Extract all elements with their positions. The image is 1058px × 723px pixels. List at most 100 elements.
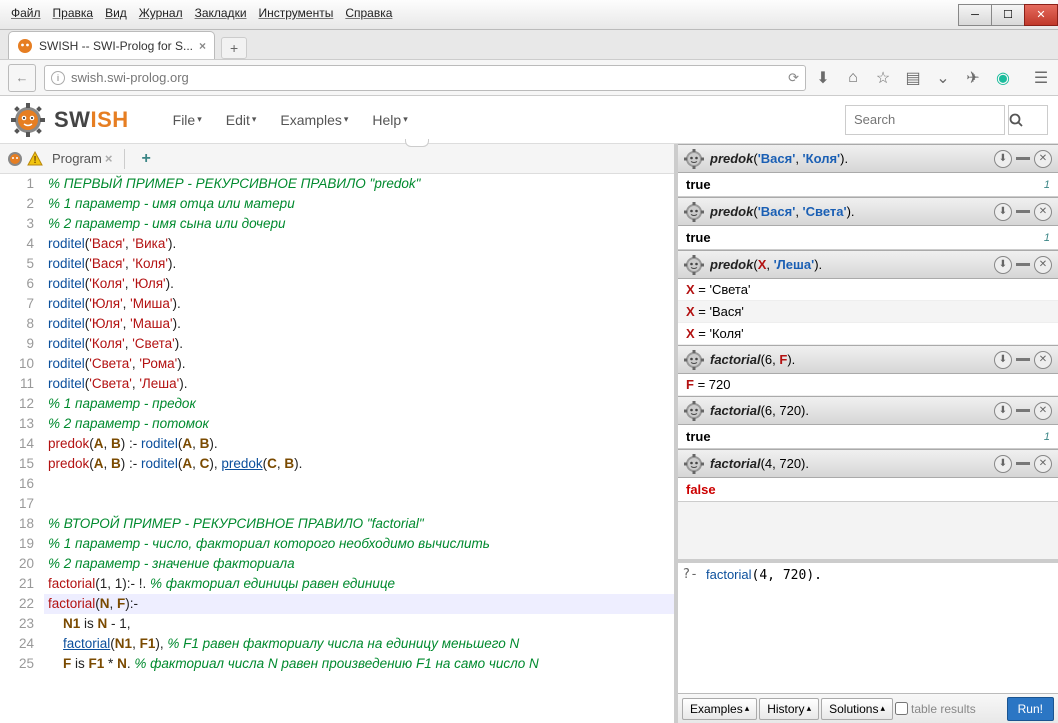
swish-menu-item[interactable]: Edit▾ (216, 106, 267, 134)
line-number: 10 (0, 354, 44, 374)
os-menu-item[interactable]: Инструменты (254, 4, 339, 22)
minimize-query-icon[interactable] (1016, 409, 1030, 412)
bottom-button[interactable]: Solutions▴ (821, 698, 893, 720)
nav-back-button[interactable]: ← (8, 64, 36, 92)
os-menu-item[interactable]: Закладки (190, 4, 252, 22)
code-line[interactable]: roditel('Вася', 'Вика'). (44, 234, 674, 254)
line-number: 25 (0, 654, 44, 674)
download-result-icon[interactable]: ⬇ (994, 455, 1012, 473)
code-line[interactable]: factorial(N1, F1), % F1 равен факториалу… (44, 634, 674, 654)
close-query-icon[interactable]: ✕ (1034, 455, 1052, 473)
code-line[interactable]: % 2 параметр - потомок (44, 414, 674, 434)
os-menu-item[interactable]: Вид (100, 4, 132, 22)
window-minimize-button[interactable]: ─ (958, 4, 992, 26)
minimize-query-icon[interactable] (1016, 358, 1030, 361)
home-icon[interactable]: ⌂ (844, 69, 862, 87)
code-line[interactable]: roditel('Коля', 'Света'). (44, 334, 674, 354)
swish-menu-item[interactable]: Help▾ (362, 106, 417, 134)
code-line[interactable]: % ПЕРВЫЙ ПРИМЕР - РЕКУРСИВНОЕ ПРАВИЛО "p… (44, 174, 674, 194)
code-line[interactable]: % 1 параметр - имя отца или матери (44, 194, 674, 214)
add-editor-tab-button[interactable]: + (141, 150, 150, 168)
query-header[interactable]: factorial(6, 720).⬇✕ (678, 396, 1058, 425)
code-line[interactable] (44, 474, 674, 494)
code-line[interactable]: F is F1 * N. % факториал числа N равен п… (44, 654, 674, 674)
code-line[interactable]: roditel('Света', 'Рома'). (44, 354, 674, 374)
send-icon[interactable]: ✈ (964, 68, 982, 88)
editor-tab-close-icon[interactable]: × (105, 151, 113, 166)
addon-icon[interactable]: ◉ (994, 68, 1012, 88)
gear-icon[interactable] (6, 150, 24, 168)
code-line[interactable]: predok(A, B) :- roditel(A, C), predok(C,… (44, 454, 674, 474)
close-query-icon[interactable]: ✕ (1034, 351, 1052, 369)
close-query-icon[interactable]: ✕ (1034, 402, 1052, 420)
query-header[interactable]: predok(X, 'Леша').⬇✕ (678, 250, 1058, 279)
download-result-icon[interactable]: ⬇ (994, 402, 1012, 420)
minimize-query-icon[interactable] (1016, 157, 1030, 160)
new-tab-button[interactable]: + (221, 37, 247, 59)
chevron-up-icon: ▴ (745, 703, 750, 714)
code-line[interactable]: % 2 параметр - значение факториала (44, 554, 674, 574)
query-header[interactable]: predok('Вася', 'Коля').⬇✕ (678, 144, 1058, 173)
line-number: 8 (0, 314, 44, 334)
code-line[interactable]: % 1 параметр - предок (44, 394, 674, 414)
code-line[interactable]: % 2 параметр - имя сына или дочери (44, 214, 674, 234)
code-editor[interactable]: 1% ПЕРВЫЙ ПРИМЕР - РЕКУРСИВНОЕ ПРАВИЛО "… (0, 174, 674, 723)
line-number: 24 (0, 634, 44, 654)
close-query-icon[interactable]: ✕ (1034, 203, 1052, 221)
os-menu-item[interactable]: Справка (340, 4, 397, 22)
query-header[interactable]: factorial(4, 720).⬇✕ (678, 449, 1058, 478)
close-query-icon[interactable]: ✕ (1034, 256, 1052, 274)
chevron-up-icon: ▴ (880, 703, 885, 714)
code-line[interactable] (44, 494, 674, 514)
close-query-icon[interactable]: ✕ (1034, 150, 1052, 168)
hamburger-menu-icon[interactable]: ☰ (1032, 68, 1050, 88)
os-menu-item[interactable]: Правка (48, 4, 99, 22)
swish-menu-item[interactable]: File▾ (163, 106, 212, 134)
os-menu-item[interactable]: Файл (6, 4, 46, 22)
run-button[interactable]: Run! (1007, 697, 1054, 721)
code-line[interactable]: % ВТОРОЙ ПРИМЕР - РЕКУРСИВНОЕ ПРАВИЛО "f… (44, 514, 674, 534)
download-result-icon[interactable]: ⬇ (994, 351, 1012, 369)
drag-handle[interactable] (405, 139, 429, 147)
window-close-button[interactable]: ✕ (1024, 4, 1058, 26)
download-result-icon[interactable]: ⬇ (994, 256, 1012, 274)
download-result-icon[interactable]: ⬇ (994, 203, 1012, 221)
code-line[interactable]: roditel('Юля', 'Маша'). (44, 314, 674, 334)
code-line[interactable]: roditel('Света', 'Леша'). (44, 374, 674, 394)
reload-icon[interactable]: ⟳ (788, 70, 799, 86)
code-line[interactable]: factorial(1, 1):- !. % факториал единицы… (44, 574, 674, 594)
line-number: 20 (0, 554, 44, 574)
search-input[interactable] (845, 105, 1005, 135)
swish-menu-item[interactable]: Examples▾ (270, 106, 358, 134)
code-line[interactable]: factorial(N, F):- (44, 594, 674, 614)
bottom-button[interactable]: History▴ (759, 698, 819, 720)
search-button[interactable] (1008, 105, 1048, 135)
window-maximize-button[interactable]: ☐ (991, 4, 1025, 26)
url-input[interactable]: i swish.swi-prolog.org ⟳ (44, 65, 806, 91)
code-line[interactable]: roditel('Коля', 'Юля'). (44, 274, 674, 294)
minimize-query-icon[interactable] (1016, 462, 1030, 465)
bookmark-icon[interactable]: ☆ (874, 68, 892, 88)
pocket-icon[interactable]: ⌄ (934, 68, 952, 88)
query-header[interactable]: factorial(6, F).⬇✕ (678, 345, 1058, 374)
library-icon[interactable]: ▤ (904, 68, 922, 88)
editor-tab[interactable]: Program × (46, 147, 118, 170)
query-header[interactable]: predok('Вася', 'Света').⬇✕ (678, 197, 1058, 226)
code-line[interactable]: % 1 параметр - число, факториал которого… (44, 534, 674, 554)
table-results-checkbox[interactable]: table results (895, 702, 976, 716)
os-menu-item[interactable]: Журнал (134, 4, 188, 22)
download-result-icon[interactable]: ⬇ (994, 150, 1012, 168)
line-number: 6 (0, 274, 44, 294)
download-icon[interactable]: ⬇ (814, 68, 832, 88)
code-line[interactable]: roditel('Юля', 'Миша'). (44, 294, 674, 314)
code-line[interactable]: roditel('Вася', 'Коля'). (44, 254, 674, 274)
bottom-button[interactable]: Examples▴ (682, 698, 757, 720)
minimize-query-icon[interactable] (1016, 210, 1030, 213)
tab-close-icon[interactable]: × (199, 39, 206, 53)
browser-tab[interactable]: SWISH -- SWI-Prolog for S... × (8, 31, 215, 59)
query-input[interactable]: factorial(4, 720). (702, 563, 1058, 693)
code-line[interactable]: predok(A, B) :- roditel(A, B). (44, 434, 674, 454)
site-info-icon[interactable]: i (51, 71, 65, 85)
minimize-query-icon[interactable] (1016, 263, 1030, 266)
code-line[interactable]: N1 is N - 1, (44, 614, 674, 634)
